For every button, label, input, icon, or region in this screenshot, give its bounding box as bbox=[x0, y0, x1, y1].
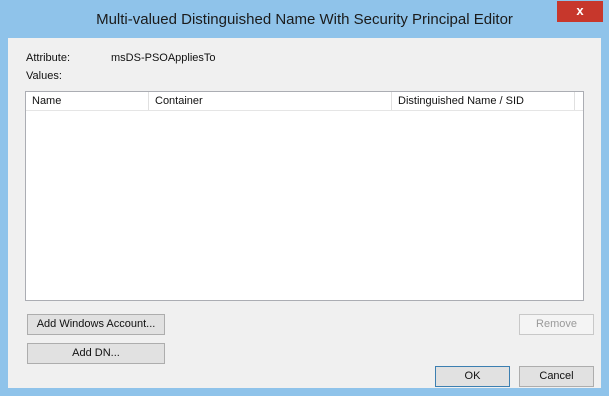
column-header-container[interactable]: Container bbox=[149, 92, 392, 110]
remove-button[interactable]: Remove bbox=[519, 314, 594, 335]
column-header-dn-sid[interactable]: Distinguished Name / SID bbox=[392, 92, 575, 110]
values-list[interactable]: Name Container Distinguished Name / SID bbox=[25, 91, 584, 301]
add-windows-account-button[interactable]: Add Windows Account... bbox=[27, 314, 165, 335]
attribute-label: Attribute: bbox=[26, 52, 71, 64]
title-bar[interactable]: Multi-valued Distinguished Name With Sec… bbox=[0, 0, 609, 38]
editor-dialog: Multi-valued Distinguished Name With Sec… bbox=[0, 0, 609, 396]
column-header-name[interactable]: Name bbox=[26, 92, 149, 110]
values-label: Values: bbox=[26, 70, 62, 82]
cancel-button[interactable]: Cancel bbox=[519, 366, 594, 387]
ok-button[interactable]: OK bbox=[435, 366, 510, 387]
close-button[interactable]: x bbox=[557, 1, 603, 22]
dialog-title: Multi-valued Distinguished Name With Sec… bbox=[96, 11, 513, 28]
list-header: Name Container Distinguished Name / SID bbox=[26, 92, 583, 111]
attribute-value: msDS-PSOAppliesTo bbox=[111, 52, 216, 64]
add-dn-button[interactable]: Add DN... bbox=[27, 343, 165, 364]
dialog-body: Attribute: msDS-PSOAppliesTo Values: Nam… bbox=[8, 38, 601, 388]
